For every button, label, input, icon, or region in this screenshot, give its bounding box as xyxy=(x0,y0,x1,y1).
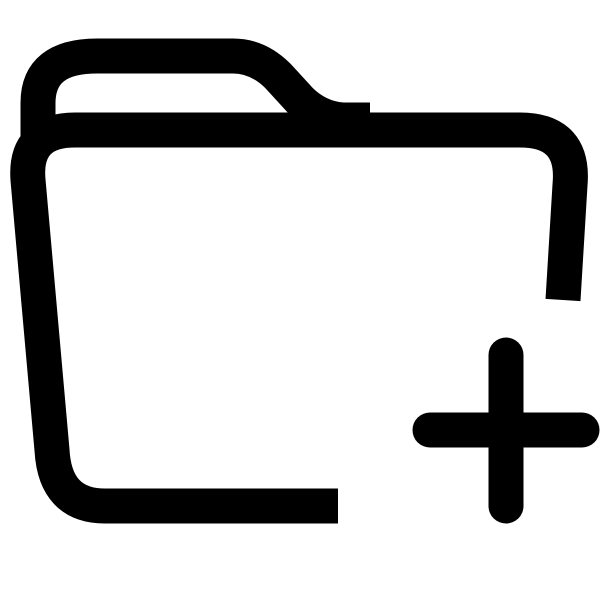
icon-canvas xyxy=(0,0,600,600)
folder-add-icon xyxy=(10,38,600,524)
